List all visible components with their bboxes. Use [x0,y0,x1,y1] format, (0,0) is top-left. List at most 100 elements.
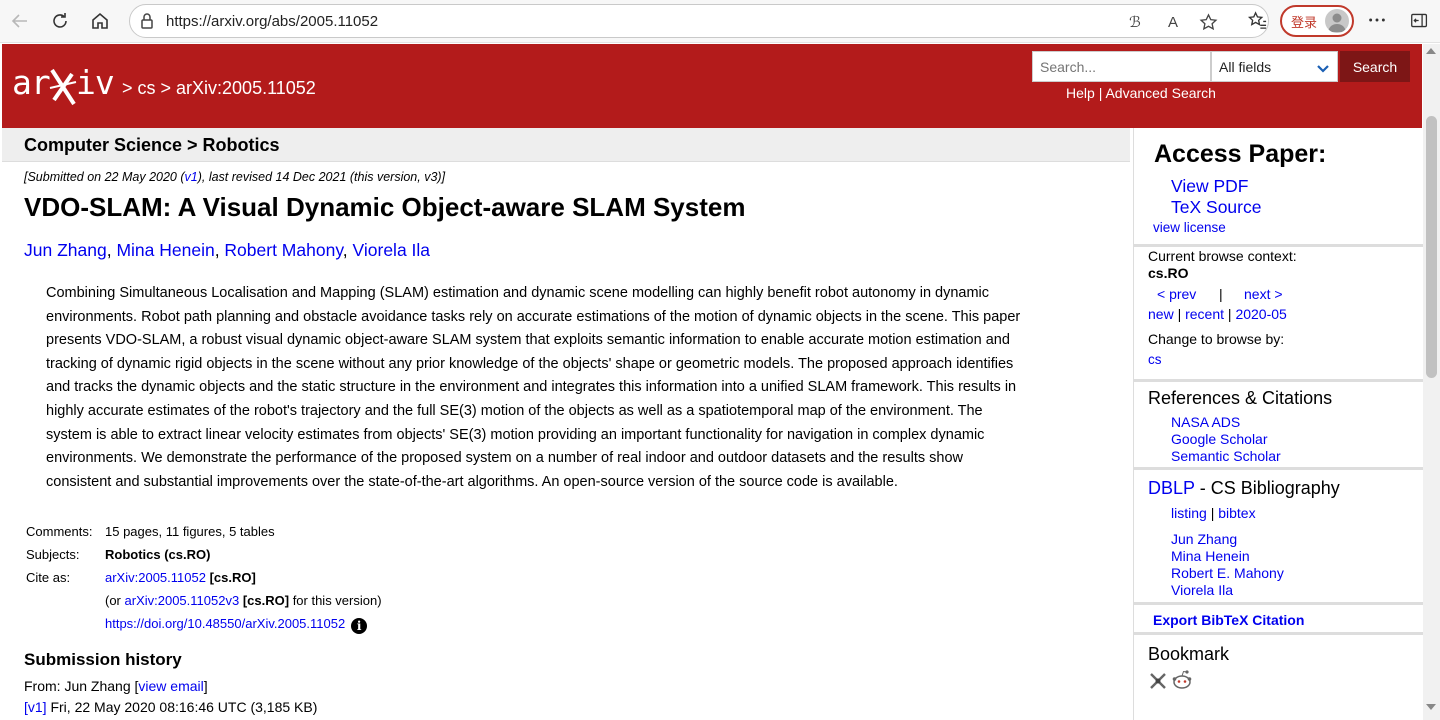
back-arrow-icon[interactable] [5,6,35,36]
nasa-ads-link[interactable]: NASA ADS [1171,414,1240,430]
comments-value: 15 pages, 11 figures, 5 tables [105,524,275,539]
month-link[interactable]: 2020-05 [1235,306,1286,322]
cite-tag: [cs.RO] [209,570,256,585]
browse-links: new | recent | 2020-05 [1148,306,1287,322]
dblp-section: DBLP - CS Bibliography listing | bibtex … [1134,470,1423,605]
view-license-link[interactable]: view license [1153,220,1226,235]
access-paper-section: Access Paper: View PDF TeX Source view l… [1134,128,1423,247]
search-field-select[interactable]: All fields [1211,51,1338,82]
search-field-value: All fields [1219,59,1272,75]
author-link[interactable]: Mina Henein [116,240,214,260]
browse-context-section: Current browse context: cs.RO < prev | n… [1134,247,1423,382]
search-input[interactable]: Search... [1032,51,1211,82]
submission-history-title: Submission history [24,650,182,669]
version-v1-line: [v1] Fri, 22 May 2020 08:16:46 UTC (3,18… [24,699,317,715]
from-line: From: Jun Zhang [view email] [24,678,208,694]
advanced-search-link[interactable]: Advanced Search [1105,85,1216,101]
login-button[interactable]: 登录 [1280,5,1354,37]
separator: | [1210,505,1215,521]
cite-alt-prefix: (or [105,593,121,608]
abstract-line: environments. Robot path planning and ob… [46,308,1021,325]
subject-title: Computer Science > Robotics [24,135,280,155]
new-link[interactable]: new [1148,306,1174,322]
cite-label: Cite as: [26,570,71,585]
dblp-author-link[interactable]: Mina Henein [1171,548,1250,564]
help-link[interactable]: Help [1066,85,1095,101]
subjects-label: Subjects: [26,547,80,562]
sidebar-toggle-icon[interactable] [1408,9,1430,31]
chevron-down-icon [1317,65,1329,73]
main-content: Computer Science > Robotics [Submitted o… [2,128,1130,720]
author-link[interactable]: Viorela Ila [353,240,431,260]
subjects-value: Robotics (cs.RO) [105,547,211,562]
next-link[interactable]: next > [1244,286,1283,302]
avatar [1325,9,1349,33]
cite-alt-tag: [cs.RO] [242,593,290,608]
info-icon[interactable]: i [351,618,368,634]
login-label: 登录 [1291,14,1318,30]
abstract-line: and tracks the dynamic objects and the s… [46,379,1017,396]
paper-title: VDO-SLAM: A Visual Dynamic Object-aware … [24,192,746,222]
sidebar: Access Paper: View PDF TeX Source view l… [1133,128,1423,720]
cite-id-link[interactable]: arXiv:2005.11052 [105,570,206,585]
abstract-line: system is able to extract linear velocit… [46,426,985,443]
scroll-down-arrow-icon[interactable] [1426,704,1436,710]
dblp-author-link[interactable]: Viorela Ila [1171,582,1233,598]
semantic-scholar-link[interactable]: Semantic Scholar [1171,448,1281,464]
abstract-line: presents VDO-SLAM, a robust visual dynam… [46,332,1010,349]
abstract-line: consistent and substantial improvements … [46,473,898,490]
breadcrumb[interactable]: > cs > arXiv:2005.11052 [122,78,316,99]
tex-source-link[interactable]: TeX Source [1171,197,1261,218]
header-links: Help | Advanced Search [1066,85,1216,101]
favorites-icon[interactable] [1246,9,1268,31]
home-icon[interactable] [85,6,115,36]
prev-link[interactable]: < prev [1157,286,1196,302]
bibsonomy-icon[interactable] [1148,671,1168,691]
dblp-author-link[interactable]: Robert E. Mahony [1171,565,1284,581]
page-scrollbar[interactable] [1423,44,1440,720]
view-pdf-link[interactable]: View PDF [1171,176,1248,197]
arxiv-logo[interactable]: ar iv [12,60,118,115]
url-text[interactable]: https://arxiv.org/abs/2005.11052 [166,13,378,30]
address-bar[interactable]: https://arxiv.org/abs/2005.11052 ℬ A [129,4,1269,38]
google-scholar-link[interactable]: Google Scholar [1171,431,1268,447]
author-link[interactable]: Robert Mahony [224,240,342,260]
favorite-star-icon[interactable] [1198,12,1218,32]
cite-alt-suffix: for this version) [292,593,382,608]
author-link[interactable]: Jun Zhang [24,240,107,260]
lock-icon [141,13,153,29]
reload-icon[interactable] [45,6,75,36]
export-bibtex-link[interactable]: Export BibTeX Citation [1153,612,1304,628]
search-button[interactable]: Search [1340,51,1410,82]
abstract-line: highly accurate estimates of the robot's… [46,402,983,419]
svg-text:iv: iv [76,63,114,102]
author-list: Jun Zhang, Mina Henein, Robert Mahony, V… [24,240,431,260]
prev-next-separator: | [1219,286,1223,302]
header-separator: | [1098,85,1103,101]
from-prefix: From: Jun Zhang [ [24,678,139,694]
change-browse-label: Change to browse by: [1148,331,1285,347]
scroll-thumb[interactable] [1426,116,1437,378]
dblp-links: listing | bibtex [1171,505,1256,521]
dateline-prefix: [Submitted on 22 May 2020 ( [24,170,185,184]
bookmark-section: Bookmark [1134,635,1423,720]
separator: | [1177,306,1182,322]
version-v1-link[interactable]: [v1] [24,699,47,715]
cs-link[interactable]: cs [1148,352,1162,367]
listing-link[interactable]: listing [1171,505,1207,521]
cite-alt-link[interactable]: arXiv:2005.11052v3 [125,593,240,608]
read-aloud-icon[interactable]: A [1163,12,1183,32]
view-email-link[interactable]: view email [138,678,203,694]
dblp-author-link[interactable]: Jun Zhang [1171,531,1237,547]
dateline: [Submitted on 22 May 2020 (v1), last rev… [24,170,445,184]
dateline-v1-link[interactable]: v1 [185,170,198,184]
reddit-icon[interactable] [1171,669,1193,691]
dblp-link[interactable]: DBLP [1148,478,1195,498]
scroll-up-arrow-icon[interactable] [1426,48,1436,54]
translate-icon[interactable]: ℬ [1125,12,1145,32]
bibtex-link[interactable]: bibtex [1218,505,1255,521]
recent-link[interactable]: recent [1185,306,1224,322]
doi-link[interactable]: https://doi.org/10.48550/arXiv.2005.1105… [105,616,345,631]
more-menu-icon[interactable] [1366,9,1388,31]
bookmark-title: Bookmark [1148,644,1230,664]
